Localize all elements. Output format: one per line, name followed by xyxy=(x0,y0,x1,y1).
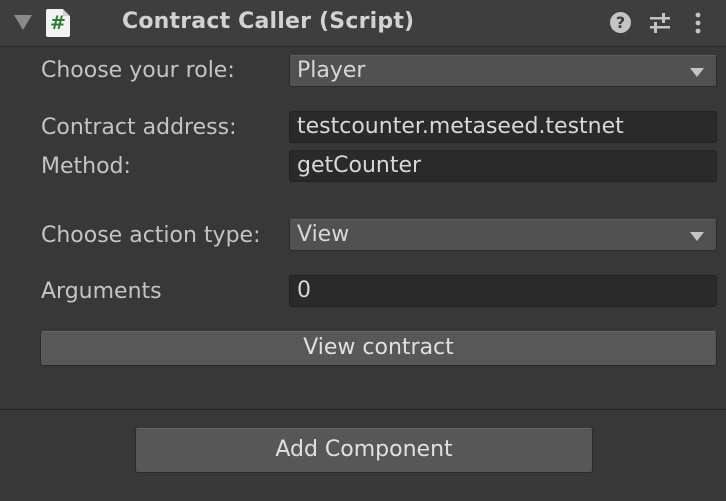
role-label: Choose your role: xyxy=(41,58,235,83)
method-input[interactable]: getCounter xyxy=(289,150,717,182)
preset-icon[interactable] xyxy=(648,11,672,35)
arguments-label: Arguments xyxy=(41,279,162,304)
arguments-input[interactable]: 0 xyxy=(289,275,717,307)
method-label: Method: xyxy=(41,154,131,179)
inspector-panel: # Contract Caller (Script) ? Choose your… xyxy=(0,0,726,501)
context-menu-icon[interactable] xyxy=(690,11,706,35)
chevron-down-icon xyxy=(690,68,704,77)
contract-address-input[interactable]: testcounter.metaseed.testnet xyxy=(289,111,717,143)
divider xyxy=(0,409,726,410)
role-dropdown-value: Player xyxy=(297,58,366,83)
action-type-label: Choose action type: xyxy=(41,223,261,248)
component-title: Contract Caller (Script) xyxy=(122,9,415,34)
foldout-arrow-icon[interactable] xyxy=(14,15,32,30)
script-icon: # xyxy=(46,9,70,37)
contract-address-label: Contract address: xyxy=(41,115,237,140)
help-icon[interactable]: ? xyxy=(610,11,632,35)
action-type-dropdown-value: View xyxy=(297,222,350,247)
role-dropdown[interactable]: Player xyxy=(289,55,717,87)
view-contract-button[interactable]: View contract xyxy=(40,331,717,366)
action-type-dropdown[interactable]: View xyxy=(289,219,717,251)
component-header[interactable]: # Contract Caller (Script) ? xyxy=(0,0,726,47)
add-component-button[interactable]: Add Component xyxy=(135,428,593,473)
help-icon-glyph: ? xyxy=(610,12,631,33)
chevron-down-icon xyxy=(690,232,704,241)
